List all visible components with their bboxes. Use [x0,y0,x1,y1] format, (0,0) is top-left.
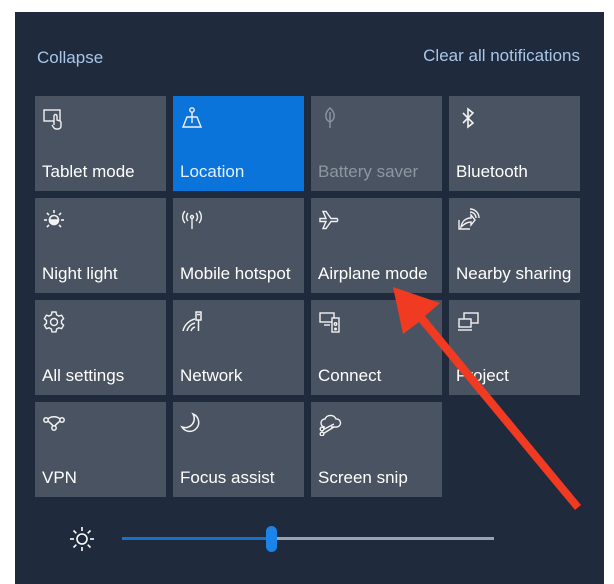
tile-all-settings[interactable]: All settings [35,300,166,395]
network-icon [180,310,204,334]
bluetooth-icon [456,106,480,130]
nearby-sharing-icon [456,208,480,232]
tile-mobile-hotspot[interactable]: Mobile hotspot [173,198,304,293]
tile-vpn[interactable]: VPN [35,402,166,497]
tile-nearby-sharing[interactable]: Nearby sharing [449,198,580,293]
tile-label: Bluetooth [456,162,528,181]
tile-project[interactable]: Project [449,300,580,395]
tile-label: VPN [42,468,77,487]
slider-thumb[interactable] [265,526,277,552]
night-light-icon [42,208,66,232]
mobile-hotspot-icon [180,208,204,232]
tile-tablet-mode[interactable]: Tablet mode [35,96,166,191]
tile-label: Tablet mode [42,162,135,181]
slider-fill [122,537,271,540]
tile-label: Network [180,366,243,385]
tile-label: Connect [318,366,382,385]
tile-label: All settings [42,366,125,385]
project-icon [456,310,480,334]
tile-label: Focus assist [180,468,275,487]
tile-label: Battery saver [318,162,419,181]
tile-screen-snip[interactable]: Screen snip [311,402,442,497]
tile-network[interactable]: Network [173,300,304,395]
clear-all-notifications-link[interactable]: Clear all notifications [423,46,580,66]
tile-label: Airplane mode [318,264,428,283]
brightness-slider[interactable] [122,526,494,552]
tile-battery-saver[interactable]: Battery saver [311,96,442,191]
tile-connect[interactable]: Connect [311,300,442,395]
tile-label: Screen snip [318,468,408,487]
tile-label: Mobile hotspot [180,264,291,283]
screen-snip-icon [318,412,342,436]
collapse-link[interactable]: Collapse [37,48,103,68]
moon-icon [180,412,204,436]
battery-saver-icon [318,106,342,130]
location-icon [180,106,204,130]
tile-night-light[interactable]: Night light [35,198,166,293]
airplane-icon [318,208,342,232]
connect-icon [318,310,342,334]
tile-label: Location [180,162,245,181]
tile-label: Project [456,366,509,385]
gear-icon [42,310,66,334]
brightness-icon [68,525,96,553]
tile-label: Night light [42,264,118,283]
tile-bluetooth[interactable]: Bluetooth [449,96,580,191]
tablet-mode-icon [42,106,66,130]
vpn-icon [42,412,66,436]
tile-focus-assist[interactable]: Focus assist [173,402,304,497]
tile-airplane-mode[interactable]: Airplane mode [311,198,442,293]
tile-location[interactable]: Location [173,96,304,191]
tile-label: Nearby sharing [456,264,572,283]
